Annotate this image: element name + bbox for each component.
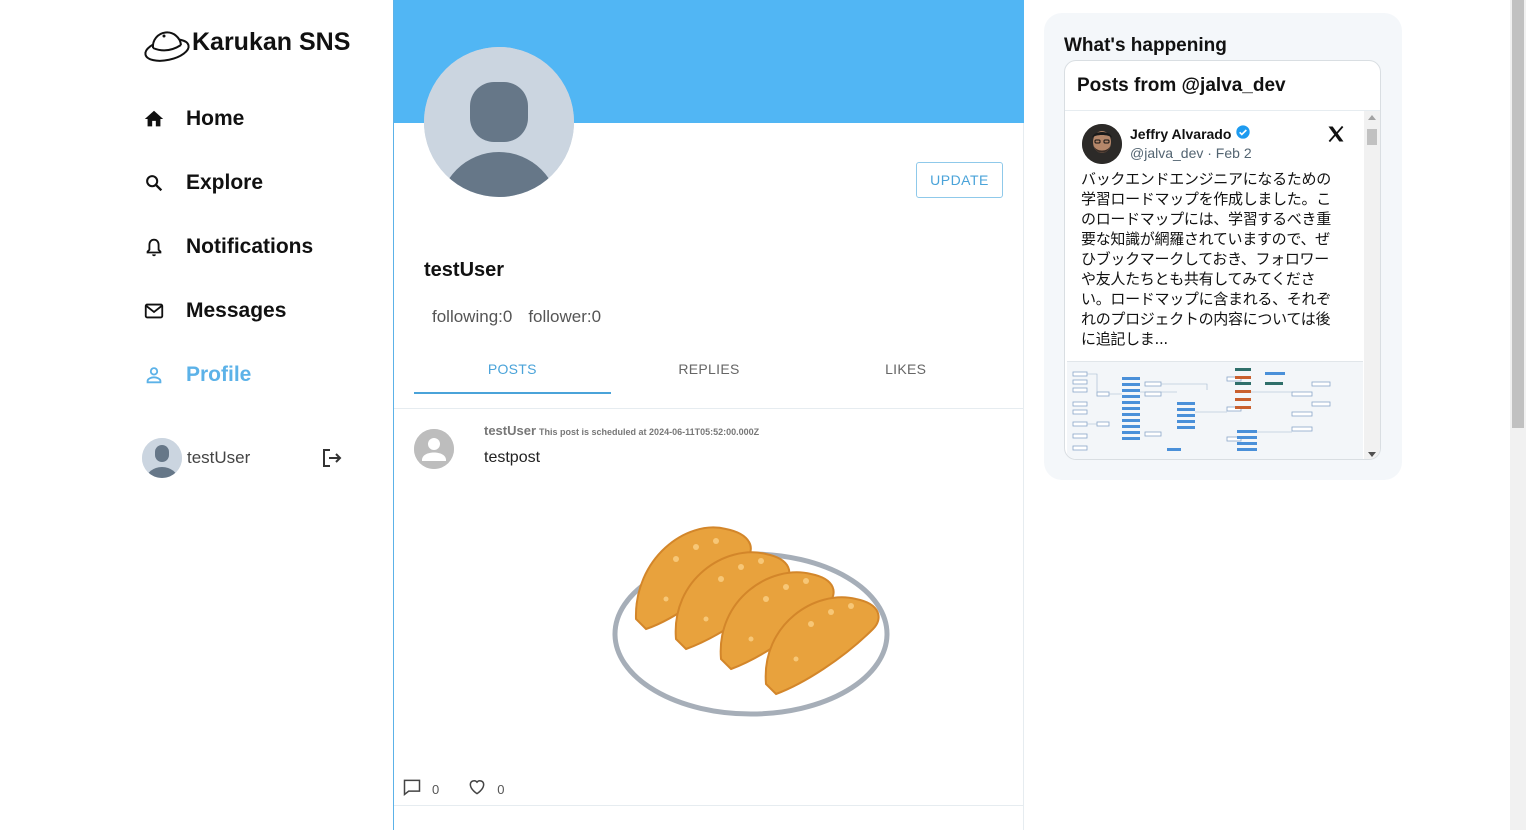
post-text: testpost <box>484 449 541 466</box>
following-count[interactable]: following:0 <box>432 307 512 327</box>
nav-messages[interactable]: Messages <box>142 295 286 327</box>
nav-messages-label: Messages <box>186 299 287 322</box>
search-icon <box>142 171 166 195</box>
tweet-author-label: Jeffry Alvarado <box>1130 125 1232 142</box>
nav-explore[interactable]: Explore <box>142 167 263 199</box>
scroll-up-arrow-icon[interactable] <box>1368 115 1376 120</box>
nav-explore-label: Explore <box>186 171 264 194</box>
tweet-author-name[interactable]: Jeffry Alvarado <box>1130 124 1251 143</box>
follow-stats: following:0 follower:0 <box>432 307 601 327</box>
tweet-handle-date[interactable]: @jalva_dev · Feb 2 <box>1130 145 1252 161</box>
nav-profile-label: Profile <box>186 363 252 386</box>
tab-likes[interactable]: LIKES <box>807 348 1004 394</box>
tweet-author-avatar[interactable] <box>1082 124 1122 164</box>
tab-replies[interactable]: REPLIES <box>611 348 808 394</box>
gyoza-plate-illustration <box>612 526 890 717</box>
nav-profile[interactable]: Profile <box>142 359 251 391</box>
default-avatar-icon <box>414 429 454 469</box>
comment-count: 0 <box>432 782 440 797</box>
nav-home[interactable]: Home <box>142 103 244 135</box>
trends-panel: What's happening Posts from @jalva_dev J… <box>1044 13 1402 480</box>
tab-posts[interactable]: POSTS <box>414 348 611 394</box>
mail-icon <box>142 299 166 323</box>
embedded-tweet[interactable]: Jeffry Alvarado @jalva_dev · Feb 2 バックエン… <box>1065 111 1365 459</box>
like-button[interactable]: 0 <box>467 777 504 802</box>
default-avatar-icon <box>424 47 574 197</box>
page-scroll-thumb[interactable] <box>1512 0 1524 428</box>
like-count: 0 <box>497 782 505 797</box>
app-logo[interactable]: Karukan SNS <box>142 28 350 68</box>
scheduled-notice: This post is scheduled at 2024-06-11T05:… <box>539 427 760 437</box>
post-author-avatar[interactable] <box>414 429 454 469</box>
embed-header[interactable]: Posts from @jalva_dev <box>1065 61 1380 111</box>
profile-name: testUser <box>424 259 505 281</box>
nav-notifications-label: Notifications <box>186 235 314 258</box>
post-item: testUser This post is scheduled at 2024-0… <box>394 409 1024 806</box>
post-image-gyoza[interactable] <box>606 519 896 719</box>
profile-photo-icon <box>1082 124 1122 164</box>
update-profile-button[interactable]: UPDATE <box>916 162 1003 198</box>
app-name: Karukan SNS <box>192 28 351 56</box>
post-author: testUser This post is scheduled at 2024-0… <box>484 423 759 438</box>
sidebar: Karukan SNS Home Explore Notifications M… <box>0 0 393 830</box>
profile-avatar <box>424 47 574 197</box>
logout-icon[interactable] <box>320 446 346 470</box>
scroll-thumb[interactable] <box>1367 129 1377 145</box>
x-logo-icon[interactable] <box>1326 124 1346 149</box>
bell-icon <box>142 235 166 259</box>
default-avatar-icon <box>142 438 182 478</box>
tweet-image-roadmap[interactable] <box>1067 361 1363 459</box>
profile-tabs: POSTS REPLIES LIKES <box>414 348 1004 394</box>
embed-scrollbar[interactable] <box>1364 111 1380 459</box>
current-user-name: testUser <box>187 448 251 467</box>
twitter-embed[interactable]: Posts from @jalva_dev Jeffry Alvarado @j <box>1064 60 1381 460</box>
comment-button[interactable]: 0 <box>402 777 439 802</box>
follower-count[interactable]: follower:0 <box>528 307 601 327</box>
panel-title: What's happening <box>1064 35 1227 56</box>
tweet-text: バックエンドエンジニアになるための学習ロードマップを作成しました。このロードマッ… <box>1081 170 1331 348</box>
nav-home-label: Home <box>186 107 245 130</box>
heart-icon <box>467 777 487 802</box>
nav-notifications[interactable]: Notifications <box>142 231 313 263</box>
post-author-name[interactable]: testUser <box>484 423 536 438</box>
comment-icon <box>402 777 422 802</box>
home-icon <box>142 107 166 131</box>
planet-logo-icon <box>144 31 190 62</box>
verified-badge-icon <box>1235 124 1251 143</box>
profile-main: UPDATE testUser following:0 follower:0 P… <box>393 0 1024 830</box>
page-scrollbar[interactable] <box>1510 0 1526 830</box>
roadmap-diagram-thumbnail <box>1072 368 1331 451</box>
person-icon <box>142 363 166 387</box>
current-user[interactable]: testUser <box>142 437 352 479</box>
post-actions: 0 0 <box>402 777 532 802</box>
scroll-down-arrow-icon[interactable] <box>1368 452 1376 457</box>
avatar <box>142 438 182 478</box>
